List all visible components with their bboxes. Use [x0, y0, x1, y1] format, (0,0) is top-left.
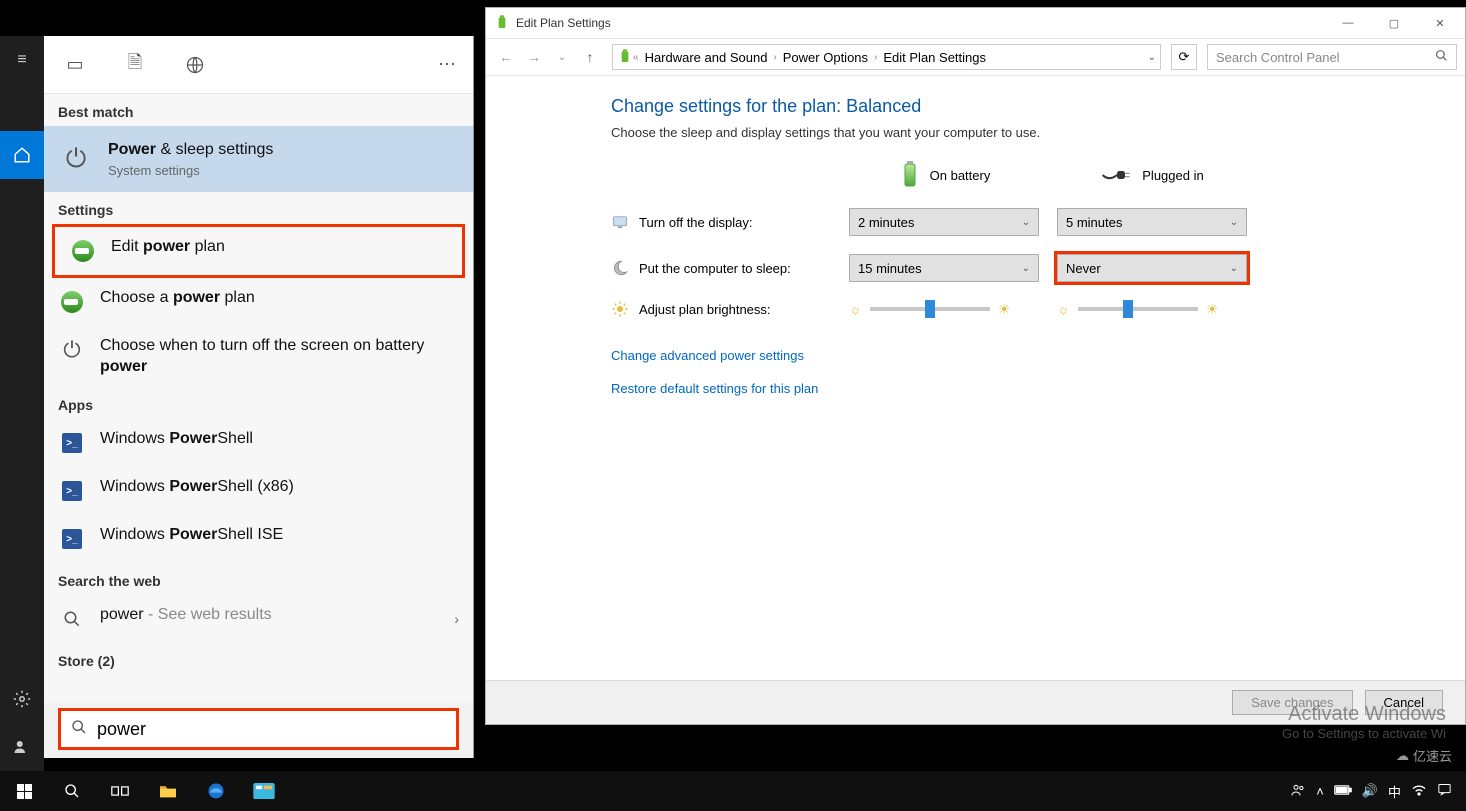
sleep-plugged-select[interactable]: Never⌄ — [1057, 254, 1247, 282]
cortana-left-rail: ≡ — [0, 36, 44, 771]
search-icon — [1435, 49, 1448, 65]
section-store: Store (2) — [44, 643, 473, 675]
search-panel-tabs: ▭ 🗎 ⋯ — [44, 36, 473, 94]
close-button[interactable]: ✕ — [1417, 8, 1463, 38]
chevron-down-icon[interactable]: ⌄ — [1148, 52, 1156, 63]
refresh-button[interactable]: ⟳ — [1171, 44, 1197, 70]
brightness-label: Adjust plan brightness: — [611, 300, 831, 318]
forward-button[interactable]: → — [522, 45, 546, 69]
windows-search-panel: ▭ 🗎 ⋯ Best match ⏻ Power & sleep setting… — [44, 36, 474, 758]
recent-locations-button[interactable]: ⌄ — [550, 45, 574, 69]
result-powershell-x86[interactable]: >_ Windows PowerShell (x86) — [44, 467, 473, 515]
breadcrumb-power-options[interactable]: Power Options — [777, 50, 874, 65]
back-button[interactable]: ← — [494, 45, 518, 69]
hamburger-icon[interactable]: ≡ — [0, 36, 44, 84]
chevron-down-icon: ⌄ — [1022, 217, 1030, 228]
chevron-right-icon: › — [454, 611, 459, 627]
search-input[interactable] — [97, 719, 446, 740]
result-power-sleep-settings[interactable]: ⏻ Power & sleep settings System settings — [44, 126, 473, 192]
plugged-in-column: Plugged in — [1057, 167, 1247, 183]
brand-watermark: ☁亿速云 — [1396, 746, 1452, 765]
page-subtitle: Choose the sleep and display settings th… — [611, 125, 1340, 140]
activate-windows-watermark: Activate Windows Go to Settings to activ… — [1282, 703, 1446, 741]
system-tray[interactable]: ˄ 🔊 中 — [1276, 782, 1466, 801]
result-choose-power-plan[interactable]: Choose a power plan — [44, 278, 473, 326]
power-icon: ⏻ — [58, 141, 94, 177]
gear-icon[interactable] — [0, 675, 44, 723]
chevron-down-icon: ⌄ — [1022, 263, 1030, 274]
apps-filter-icon[interactable]: ▭ — [60, 50, 90, 80]
battery-tray-icon[interactable] — [1334, 784, 1352, 799]
maximize-button[interactable]: ▢ — [1371, 8, 1417, 38]
documents-filter-icon[interactable]: 🗎 — [120, 50, 150, 80]
brightness-battery-slider[interactable]: ☼ ☀ — [849, 301, 1039, 318]
section-web: Search the web — [44, 563, 473, 595]
home-icon[interactable] — [0, 131, 44, 179]
power-plan-icon — [58, 288, 86, 316]
web-filter-icon[interactable] — [180, 50, 210, 80]
section-settings: Settings — [44, 192, 473, 224]
edge-button[interactable] — [192, 771, 240, 811]
power-icon: ⏻ — [58, 336, 86, 364]
brightness-plugged-slider[interactable]: ☼ ☀ — [1057, 301, 1247, 318]
ime-icon[interactable]: 中 — [1388, 782, 1401, 801]
section-apps: Apps — [44, 387, 473, 419]
taskbar: ˄ 🔊 中 — [0, 771, 1466, 811]
chevron-down-icon: ⌄ — [1230, 217, 1238, 228]
advanced-settings-link[interactable]: Change advanced power settings — [611, 348, 1340, 363]
pinned-app-button[interactable] — [240, 771, 288, 811]
action-center-icon[interactable] — [1437, 782, 1452, 800]
on-battery-column: On battery — [849, 160, 1039, 190]
powershell-icon: >_ — [58, 477, 86, 505]
result-powershell-ise[interactable]: >_ Windows PowerShell ISE — [44, 515, 473, 563]
result-web-search[interactable]: power - See web results › — [44, 595, 473, 643]
result-edit-power-plan[interactable]: Edit power plan — [52, 224, 465, 278]
tray-expand-icon[interactable]: ˄ — [1316, 784, 1324, 799]
file-explorer-button[interactable] — [144, 771, 192, 811]
sleep-battery-select[interactable]: 15 minutes⌄ — [849, 254, 1039, 282]
task-view-button[interactable] — [96, 771, 144, 811]
sun-bright-icon: ☀ — [998, 301, 1011, 318]
result-powershell[interactable]: >_ Windows PowerShell — [44, 419, 473, 467]
display-battery-select[interactable]: 2 minutes⌄ — [849, 208, 1039, 236]
window-title: Edit Plan Settings — [516, 16, 611, 30]
powershell-icon: >_ — [58, 429, 86, 457]
sun-bright-icon: ☀ — [1206, 301, 1219, 318]
feedback-icon[interactable] — [0, 723, 44, 771]
people-icon[interactable] — [1290, 782, 1306, 801]
powershell-icon: >_ — [58, 525, 86, 553]
minimize-button[interactable]: — — [1325, 8, 1371, 38]
breadcrumb-hardware-sound[interactable]: Hardware and Sound — [639, 50, 774, 65]
address-bar[interactable]: « Hardware and Sound › Power Options › E… — [612, 44, 1161, 70]
turn-off-display-label: Turn off the display: — [611, 213, 831, 231]
result-subtitle: System settings — [108, 163, 273, 178]
explorer-toolbar: ← → ⌄ ↑ « Hardware and Sound › Power Opt… — [486, 38, 1465, 76]
wifi-icon[interactable] — [1411, 783, 1427, 800]
page-title: Change settings for the plan: Balanced — [611, 96, 1340, 117]
restore-defaults-link[interactable]: Restore default settings for this plan — [611, 381, 1340, 396]
up-button[interactable]: ↑ — [578, 45, 602, 69]
battery-icon — [617, 48, 633, 67]
more-filters-icon[interactable]: ⋯ — [438, 54, 457, 75]
power-plan-icon — [69, 237, 97, 265]
section-best-match: Best match — [44, 94, 473, 126]
start-button[interactable] — [0, 771, 48, 811]
volume-icon[interactable]: 🔊 — [1362, 783, 1378, 799]
search-icon — [58, 605, 86, 633]
display-plugged-select[interactable]: 5 minutes⌄ — [1057, 208, 1247, 236]
search-control-panel[interactable]: Search Control Panel — [1207, 44, 1457, 70]
breadcrumb-edit-plan[interactable]: Edit Plan Settings — [877, 50, 992, 65]
sleep-label: Put the computer to sleep: — [611, 259, 831, 277]
search-input-container[interactable] — [58, 708, 459, 750]
chevron-down-icon: ⌄ — [1230, 263, 1238, 274]
sun-dim-icon: ☼ — [1057, 301, 1070, 317]
edit-plan-settings-window: Edit Plan Settings — ▢ ✕ ← → ⌄ ↑ « Hardw… — [485, 7, 1466, 725]
search-icon — [71, 719, 87, 739]
window-titlebar[interactable]: Edit Plan Settings — ▢ ✕ — [486, 8, 1465, 38]
sun-dim-icon: ☼ — [849, 301, 862, 317]
search-placeholder: Search Control Panel — [1216, 50, 1340, 65]
search-button[interactable] — [48, 771, 96, 811]
result-turn-off-screen[interactable]: ⏻ Choose when to turn off the screen on … — [44, 326, 473, 388]
battery-icon — [494, 14, 510, 33]
